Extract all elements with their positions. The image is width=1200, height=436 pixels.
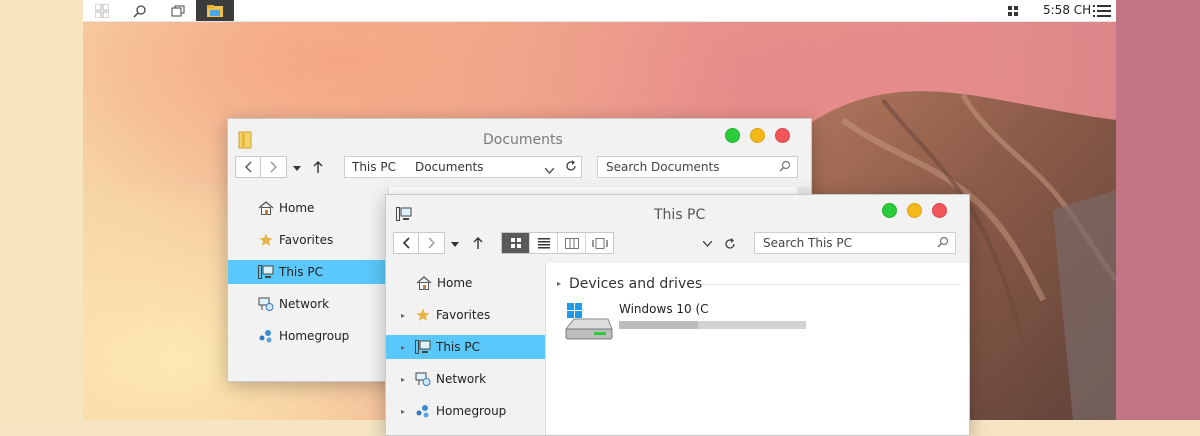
content-view-button[interactable] xyxy=(586,233,613,253)
window-title: This PC xyxy=(654,207,706,223)
expand-caret-icon[interactable]: ▸ xyxy=(398,407,408,416)
folder-icon xyxy=(237,131,253,149)
computer-icon xyxy=(257,263,275,281)
nav-item-favorites[interactable]: ▸ Favorites xyxy=(386,303,545,327)
network-icon xyxy=(414,370,432,388)
back-button[interactable] xyxy=(393,232,419,254)
nav-item-home[interactable]: Home xyxy=(228,196,388,220)
nav-item-network[interactable]: ▸ Network xyxy=(386,367,545,391)
home-icon xyxy=(257,199,275,217)
homegroup-icon xyxy=(257,327,275,345)
search-placeholder: Search Documents xyxy=(606,160,720,174)
left-border xyxy=(0,0,83,420)
nav-item-network[interactable]: Network xyxy=(228,292,388,316)
nav-buttons xyxy=(235,156,287,178)
network-icon xyxy=(257,295,275,313)
maximize-button[interactable] xyxy=(725,128,740,143)
back-button[interactable] xyxy=(235,156,261,178)
expand-caret-icon[interactable]: ▸ xyxy=(398,343,408,352)
nav-item-favorites[interactable]: Favorites xyxy=(228,228,388,252)
collapse-caret-icon[interactable]: ▸ xyxy=(557,279,561,288)
computer-icon xyxy=(414,338,432,356)
expand-caret-icon[interactable]: ▸ xyxy=(398,311,408,320)
search-box[interactable]: Search This PC xyxy=(754,232,956,254)
search-icon[interactable] xyxy=(937,236,949,251)
breadcrumb-this-pc[interactable]: This PC xyxy=(352,160,396,174)
taskbar: 5:58 CH xyxy=(83,0,1116,22)
search-box[interactable]: Search Documents xyxy=(597,156,798,178)
nav-item-label: Homegroup xyxy=(279,329,350,343)
up-arrow-icon[interactable] xyxy=(312,160,324,174)
this-pc-content: ▸ Devices and drives Windows 10 (C:) xyxy=(546,263,969,435)
action-center-icon[interactable] xyxy=(1088,0,1116,21)
computer-icon xyxy=(395,206,413,222)
right-border xyxy=(1116,0,1200,420)
chevron-down-icon[interactable] xyxy=(450,239,460,249)
nav-item-label: Home xyxy=(279,201,315,215)
close-button[interactable] xyxy=(932,203,947,218)
refresh-icon[interactable] xyxy=(565,160,577,175)
nav-item-label: Favorites xyxy=(279,233,334,247)
navigation-pane: Home ▸ Favorites ▸ This PC ▸ Network ▸ H… xyxy=(386,263,546,435)
chevron-down-icon[interactable] xyxy=(702,240,712,248)
homegroup-icon xyxy=(414,402,432,420)
nav-item-label: This PC xyxy=(279,265,323,279)
nav-item-label: Network xyxy=(279,297,330,311)
search-placeholder: Search This PC xyxy=(763,236,852,250)
search-icon[interactable] xyxy=(121,0,159,21)
chevron-down-icon[interactable] xyxy=(544,163,555,177)
minimize-button[interactable] xyxy=(750,128,765,143)
nav-buttons xyxy=(393,232,445,254)
up-arrow-icon[interactable] xyxy=(472,236,484,250)
nav-item-label: Network xyxy=(436,372,487,386)
forward-button[interactable] xyxy=(261,156,287,178)
file-explorer-icon[interactable] xyxy=(196,0,234,21)
star-icon xyxy=(257,231,275,249)
chevron-down-icon[interactable] xyxy=(292,163,302,173)
drive-usage-bar xyxy=(619,321,806,329)
nav-item-label: Homegroup xyxy=(436,404,507,418)
nav-item-home[interactable]: Home xyxy=(386,271,545,295)
clock[interactable]: 5:58 CH xyxy=(1043,0,1091,21)
maximize-button[interactable] xyxy=(882,203,897,218)
nav-item-this-pc[interactable]: ▸ This PC xyxy=(386,335,545,359)
refresh-icon[interactable] xyxy=(723,237,737,251)
nav-item-homegroup[interactable]: ▸ Homegroup xyxy=(386,399,545,423)
search-icon[interactable] xyxy=(779,160,791,175)
task-view-icon[interactable] xyxy=(159,0,197,21)
close-button[interactable] xyxy=(775,128,790,143)
hard-drive-icon[interactable] xyxy=(564,303,614,345)
expand-caret-icon[interactable]: ▸ xyxy=(398,375,408,384)
nav-item-homegroup[interactable]: Homegroup xyxy=(228,324,388,348)
navigation-pane: Home Favorites This PC Network Homegroup xyxy=(228,187,389,381)
window-title: Documents xyxy=(483,132,563,148)
address-bar[interactable]: This PC Documents xyxy=(344,156,582,178)
forward-button[interactable] xyxy=(419,232,445,254)
nav-item-label: Favorites xyxy=(436,308,491,322)
section-title[interactable]: Devices and drives xyxy=(569,276,702,292)
home-icon xyxy=(415,274,433,292)
breadcrumb-documents[interactable]: Documents xyxy=(415,160,483,174)
drive-label[interactable]: Windows 10 (C:) xyxy=(619,302,709,316)
section-divider xyxy=(701,284,961,285)
view-mode-buttons xyxy=(501,232,614,254)
apps-grid-icon[interactable] xyxy=(1001,0,1025,21)
nav-item-this-pc[interactable]: This PC xyxy=(228,260,388,284)
windows-logo-icon[interactable] xyxy=(83,0,121,21)
tiles-view-button[interactable] xyxy=(558,233,586,253)
this-pc-window[interactable]: This PC Search This PC Home ▸ Favorites … xyxy=(385,194,970,436)
nav-item-label: This PC xyxy=(436,340,480,354)
drive-usage-fill xyxy=(619,321,698,329)
large-icons-view-button[interactable] xyxy=(502,233,530,253)
minimize-button[interactable] xyxy=(907,203,922,218)
nav-item-label: Home xyxy=(437,276,473,290)
details-view-button[interactable] xyxy=(530,233,558,253)
star-icon xyxy=(414,306,432,324)
